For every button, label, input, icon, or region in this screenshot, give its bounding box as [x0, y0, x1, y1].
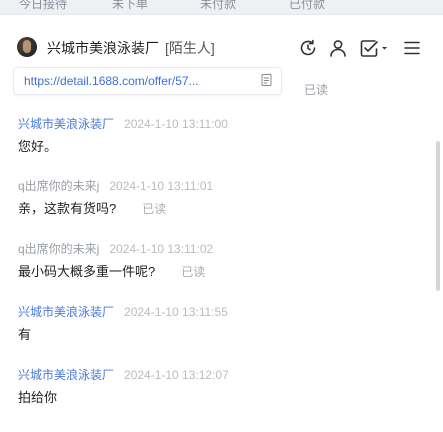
message-time: 2024-1-10 13:11:00 [124, 117, 228, 131]
chat-header: 兴城市美浪泳装厂 [陌生人] [0, 15, 443, 65]
chat-panel: 兴城市美浪泳装厂 [陌生人] https://detail.1688.com/o… [0, 14, 443, 432]
product-link-card[interactable]: https://detail.1688.com/offer/57... [13, 67, 282, 95]
message-text[interactable]: 拍给你 [18, 390, 57, 405]
chat-message: q出席你的未来j 2024-1-10 13:11:02 最小码大概多重一件呢? 已读 [18, 241, 213, 281]
read-status: 已读 [181, 265, 206, 279]
user-icon[interactable] [327, 37, 349, 59]
checklist-icon[interactable] [358, 37, 390, 59]
sender-name[interactable]: 兴城市美浪泳装厂 [18, 368, 114, 382]
read-status: 已读 [142, 202, 167, 216]
tab-not-ordered[interactable]: 未下单 [112, 0, 148, 12]
sender-name[interactable]: 兴城市美浪泳装厂 [18, 305, 114, 319]
product-link[interactable]: https://detail.1688.com/offer/57... [24, 74, 234, 88]
message-text[interactable]: 有 [18, 327, 31, 342]
sender-name[interactable]: q出席你的未来j [18, 242, 99, 256]
chat-message: q出席你的未来j 2024-1-10 13:11:01 亲，这款有货吗? 已读 [18, 178, 213, 218]
read-status: 已读 [304, 83, 329, 97]
message-time: 2024-1-10 13:11:55 [124, 305, 228, 319]
tab-today-received[interactable]: 今日接待 [19, 0, 67, 12]
menu-icon[interactable] [401, 37, 423, 59]
message-time: 2024-1-10 13:12:07 [124, 368, 229, 382]
tab-paid[interactable]: 已付款 [289, 0, 325, 12]
chat-message: 兴城市美浪泳装厂 2024-1-10 13:11:00 您好。 [18, 116, 228, 156]
chat-message: 兴城市美浪泳装厂 2024-1-10 13:12:07 拍给你 [18, 367, 229, 407]
sender-name[interactable]: 兴城市美浪泳装厂 [18, 117, 114, 131]
copy-icon[interactable] [261, 73, 273, 87]
message-text[interactable]: 最小码大概多重一件呢? [18, 264, 155, 279]
message-text[interactable]: 您好。 [18, 139, 57, 154]
scrollbar[interactable] [436, 141, 440, 291]
sender-name[interactable]: q出席你的未来j [18, 179, 99, 193]
message-time: 2024-1-10 13:11:01 [109, 179, 214, 193]
contact-name[interactable]: 兴城市美浪泳装厂 [47, 38, 159, 58]
tab-unpaid[interactable]: 未付款 [200, 0, 236, 12]
refresh-icon[interactable] [297, 37, 319, 59]
top-tab-bar: 今日接待 未下单 未付款 已付款 [0, 0, 443, 14]
message-text[interactable]: 亲，这款有货吗? [18, 201, 116, 216]
stranger-tag: [陌生人] [165, 40, 215, 56]
chat-message: 兴城市美浪泳装厂 2024-1-10 13:11:55 有 [18, 304, 228, 344]
message-time: 2024-1-10 13:11:02 [109, 242, 214, 256]
avatar[interactable] [17, 37, 37, 57]
